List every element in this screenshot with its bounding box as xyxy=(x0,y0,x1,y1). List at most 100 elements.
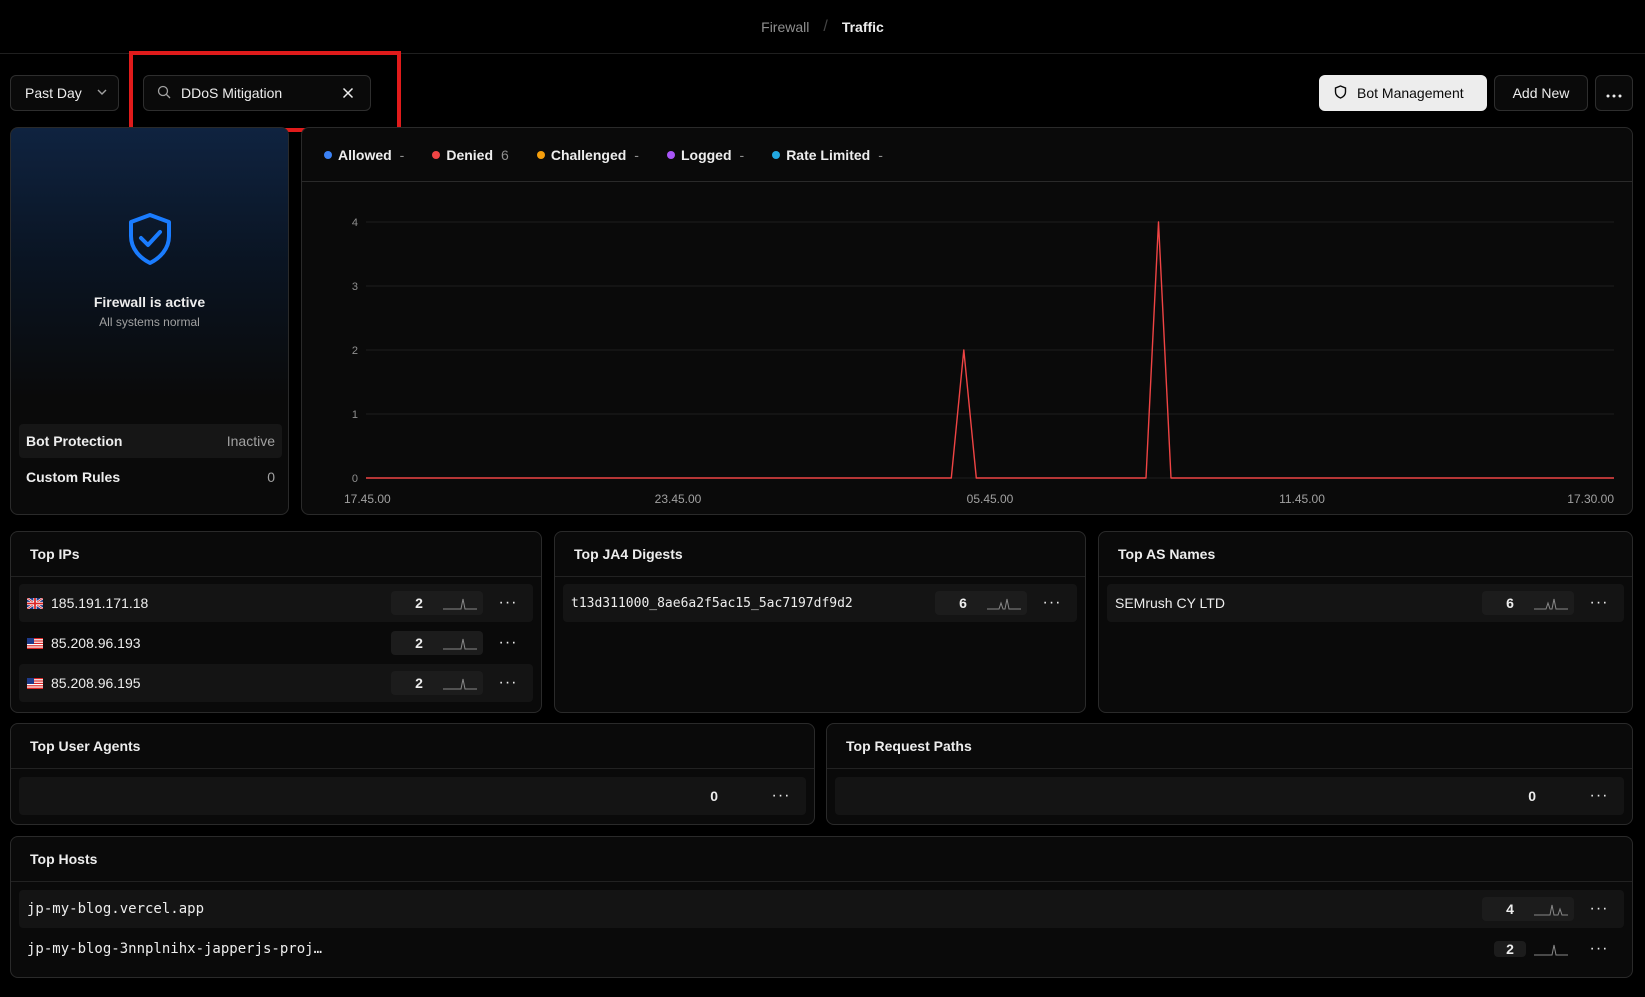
legend-name: Rate Limited xyxy=(786,147,871,163)
top-as-card: Top AS Names SEMrush CY LTD 6 ··· xyxy=(1098,531,1633,713)
ip-address: 185.191.171.18 xyxy=(51,595,149,611)
y-tick-label: 4 xyxy=(352,217,358,229)
sparkline-icon xyxy=(443,598,477,610)
sparkline-icon xyxy=(1534,904,1568,916)
clear-search-button[interactable] xyxy=(334,87,370,99)
count-value: 2 xyxy=(1494,941,1526,957)
legend-dot xyxy=(432,151,441,159)
table-row[interactable]: t13d311000_8ae6a2f5ac15_5ac7197df9d2 6 ·… xyxy=(563,584,1077,622)
card-divider xyxy=(1099,576,1632,577)
legend-name: Logged xyxy=(680,147,732,163)
y-tick-label: 0 xyxy=(352,473,358,485)
x-tick-label: 05.45.00 xyxy=(967,492,1014,506)
legend-value: - xyxy=(878,147,883,163)
status-subtitle: All systems normal xyxy=(99,315,200,329)
legend-logged[interactable]: Logged - xyxy=(666,147,744,163)
bot-protection-row[interactable]: Bot Protection Inactive xyxy=(19,424,282,458)
legend-dot xyxy=(324,151,332,159)
legend-denied[interactable]: Denied 6 xyxy=(432,147,509,163)
count-badge: 6 xyxy=(1482,591,1574,615)
more-horizontal-icon xyxy=(1606,85,1622,101)
count-value: 0 xyxy=(1528,788,1536,804)
stat-label: Custom Rules xyxy=(26,469,121,485)
bot-management-button[interactable]: Bot Management xyxy=(1319,75,1487,111)
legend-value: - xyxy=(634,147,639,163)
time-range-select[interactable]: Past Day xyxy=(10,75,119,111)
count-badge: 2 xyxy=(391,631,483,655)
chevron-down-icon xyxy=(96,85,108,101)
table-row[interactable]: 0 ··· xyxy=(835,777,1624,815)
y-tick-label: 1 xyxy=(352,409,358,421)
firewall-status-card: Firewall is active All systems normal Bo… xyxy=(10,127,289,515)
traffic-line-chart[interactable]: 0 1 2 3 4 17.45.00 23.45.00 05.45.00 11.45.00 17.… xyxy=(302,182,1632,514)
us-flag-icon xyxy=(27,637,43,649)
breadcrumb-separator: / xyxy=(823,17,828,35)
row-more-button[interactable]: ··· xyxy=(756,787,806,805)
row-more-button[interactable]: ··· xyxy=(1574,787,1624,805)
shield-check-icon xyxy=(127,212,173,269)
row-more-button[interactable]: ··· xyxy=(1574,900,1624,918)
count-value: 2 xyxy=(415,635,423,651)
legend-dot xyxy=(772,151,781,159)
us-flag-icon xyxy=(27,677,43,689)
x-tick-label: 11.45.00 xyxy=(1279,492,1325,506)
legend-allowed[interactable]: Allowed - xyxy=(324,147,404,163)
card-title: Top IPs xyxy=(30,546,80,562)
table-row[interactable]: 85.208.96.193 2 ··· xyxy=(19,624,533,662)
count-value: 0 xyxy=(710,788,718,804)
host-name: jp-my-blog.vercel.app xyxy=(27,901,205,917)
row-more-button[interactable]: ··· xyxy=(1574,594,1624,612)
row-more-button[interactable]: ··· xyxy=(483,594,533,612)
row-more-button[interactable]: ··· xyxy=(1027,594,1077,612)
table-row[interactable]: 0 ··· xyxy=(19,777,806,815)
legend-rate-limited[interactable]: Rate Limited - xyxy=(772,147,883,163)
top-hosts-card: Top Hosts jp-my-blog.vercel.app 4 ··· jp… xyxy=(10,836,1633,978)
count-value: 6 xyxy=(959,595,967,611)
count-value: 4 xyxy=(1506,901,1514,917)
count-badge: 6 xyxy=(935,591,1027,615)
add-new-button[interactable]: Add New xyxy=(1494,75,1588,111)
card-divider xyxy=(827,768,1632,769)
shield-icon xyxy=(1334,84,1347,102)
y-tick-label: 3 xyxy=(352,281,358,293)
card-divider xyxy=(555,576,1085,577)
legend-name: Challenged xyxy=(550,147,627,163)
table-row[interactable]: 85.208.96.195 2 ··· xyxy=(19,664,533,702)
row-more-button[interactable]: ··· xyxy=(483,634,533,652)
count-value: 6 xyxy=(1506,595,1514,611)
legend-name: Denied xyxy=(446,147,494,163)
top-ja4-card: Top JA4 Digests t13d311000_8ae6a2f5ac15_… xyxy=(554,531,1086,713)
table-row[interactable]: jp-my-blog-3nnplnihx-japperjs-proj… 2 ··… xyxy=(19,930,1624,968)
count-badge: 2 xyxy=(391,671,483,695)
as-name: SEMrush CY LTD xyxy=(1115,595,1225,611)
top-ips-card: Top IPs 185.191.171.18 2 ··· 85.208.96.1… xyxy=(10,531,542,713)
card-title: Top Request Paths xyxy=(846,738,972,754)
top-request-paths-card: Top Request Paths 0 ··· xyxy=(826,723,1633,825)
search-icon xyxy=(157,85,171,102)
custom-rules-row[interactable]: Custom Rules 0 xyxy=(19,460,282,494)
x-tick-label: 17.45.00 xyxy=(344,492,391,506)
row-name-wrap: 185.191.171.18 xyxy=(27,595,391,611)
count-badge: 2 xyxy=(391,591,483,615)
table-row[interactable]: jp-my-blog.vercel.app 4 ··· xyxy=(19,890,1624,928)
row-more-button[interactable]: ··· xyxy=(483,674,533,692)
breadcrumb: Firewall / Traffic xyxy=(0,0,1645,54)
card-title: Top User Agents xyxy=(30,738,141,754)
table-row[interactable]: 185.191.171.18 2 ··· xyxy=(19,584,533,622)
search-input[interactable]: DDoS Mitigation xyxy=(143,75,371,111)
ip-address: 85.208.96.193 xyxy=(51,635,141,651)
card-divider xyxy=(11,768,814,769)
close-icon xyxy=(342,87,354,99)
legend-challenged[interactable]: Challenged - xyxy=(536,147,639,163)
more-options-button[interactable] xyxy=(1595,75,1633,111)
top-user-agents-card: Top User Agents 0 ··· xyxy=(10,723,815,825)
card-title: Top Hosts xyxy=(30,851,98,867)
legend-name: Allowed xyxy=(338,147,392,163)
time-range-label: Past Day xyxy=(25,85,82,101)
breadcrumb-firewall[interactable]: Firewall xyxy=(761,19,809,35)
row-more-button[interactable]: ··· xyxy=(1574,940,1624,958)
sparkline-icon xyxy=(443,678,477,690)
breadcrumb-traffic: Traffic xyxy=(841,18,884,35)
host-name: jp-my-blog-3nnplnihx-japperjs-proj… xyxy=(27,941,323,957)
table-row[interactable]: SEMrush CY LTD 6 ··· xyxy=(1107,584,1624,622)
